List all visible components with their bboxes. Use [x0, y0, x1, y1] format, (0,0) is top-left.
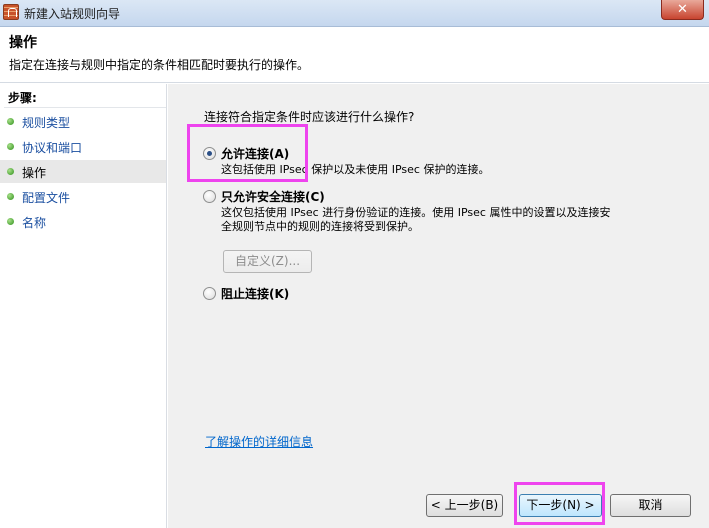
allow-option-highlight [187, 124, 308, 182]
allow-secure-connection-label[interactable]: 只允许安全连接(C) [221, 188, 325, 205]
allow-secure-description-line1: 这仅包括使用 IPsec 进行身份验证的连接。使用 IPsec 属性中的设置以及… [221, 206, 611, 219]
page-description: 指定在连接与规则中指定的条件相匹配时要执行的操作。 [9, 58, 310, 72]
step-label: 配置文件 [22, 191, 71, 205]
step-bullet-icon [7, 143, 14, 150]
firewall-icon [3, 4, 19, 20]
cancel-button[interactable]: 取消 [610, 494, 691, 517]
title-bar: 新建入站规则向导 ✕ [0, 0, 709, 27]
window-title: 新建入站规则向导 [24, 7, 121, 21]
step-label: 名称 [22, 216, 47, 230]
page-title: 操作 [9, 35, 37, 51]
step-rule-type[interactable]: 规则类型 [0, 110, 166, 133]
steps-sidebar: 步骤: 规则类型 协议和端口 操作 配置文件 名称 [0, 84, 167, 528]
question-text: 连接符合指定条件时应该进行什么操作? [204, 110, 415, 124]
allow-secure-description-line2: 全规则节点中的规则的连接将受到保护。 [221, 220, 419, 233]
step-bullet-icon [7, 193, 14, 200]
block-connection-radio[interactable] [203, 287, 216, 300]
step-label: 操作 [22, 166, 47, 180]
learn-more-link[interactable]: 了解操作的详细信息 [205, 433, 313, 450]
step-profile[interactable]: 配置文件 [0, 185, 166, 208]
wizard-header: 操作 指定在连接与规则中指定的条件相匹配时要执行的操作。 [0, 27, 709, 83]
step-name[interactable]: 名称 [0, 210, 166, 233]
step-bullet-icon [7, 168, 14, 175]
next-button-highlight [514, 482, 605, 525]
step-bullet-icon [7, 118, 14, 125]
step-label: 协议和端口 [22, 141, 83, 155]
step-protocol-ports[interactable]: 协议和端口 [0, 135, 166, 158]
customize-button[interactable]: 自定义(Z)... [223, 250, 312, 273]
close-button[interactable]: ✕ [661, 0, 704, 20]
back-button[interactable]: < 上一步(B) [426, 494, 503, 517]
step-label: 规则类型 [22, 116, 71, 130]
step-action[interactable]: 操作 [0, 160, 166, 183]
step-bullet-icon [7, 218, 14, 225]
allow-secure-connection-radio[interactable] [203, 190, 216, 203]
close-icon: ✕ [677, 2, 688, 17]
block-connection-label[interactable]: 阻止连接(K) [221, 285, 289, 302]
steps-label: 步骤: [8, 91, 37, 105]
divider [4, 107, 166, 108]
